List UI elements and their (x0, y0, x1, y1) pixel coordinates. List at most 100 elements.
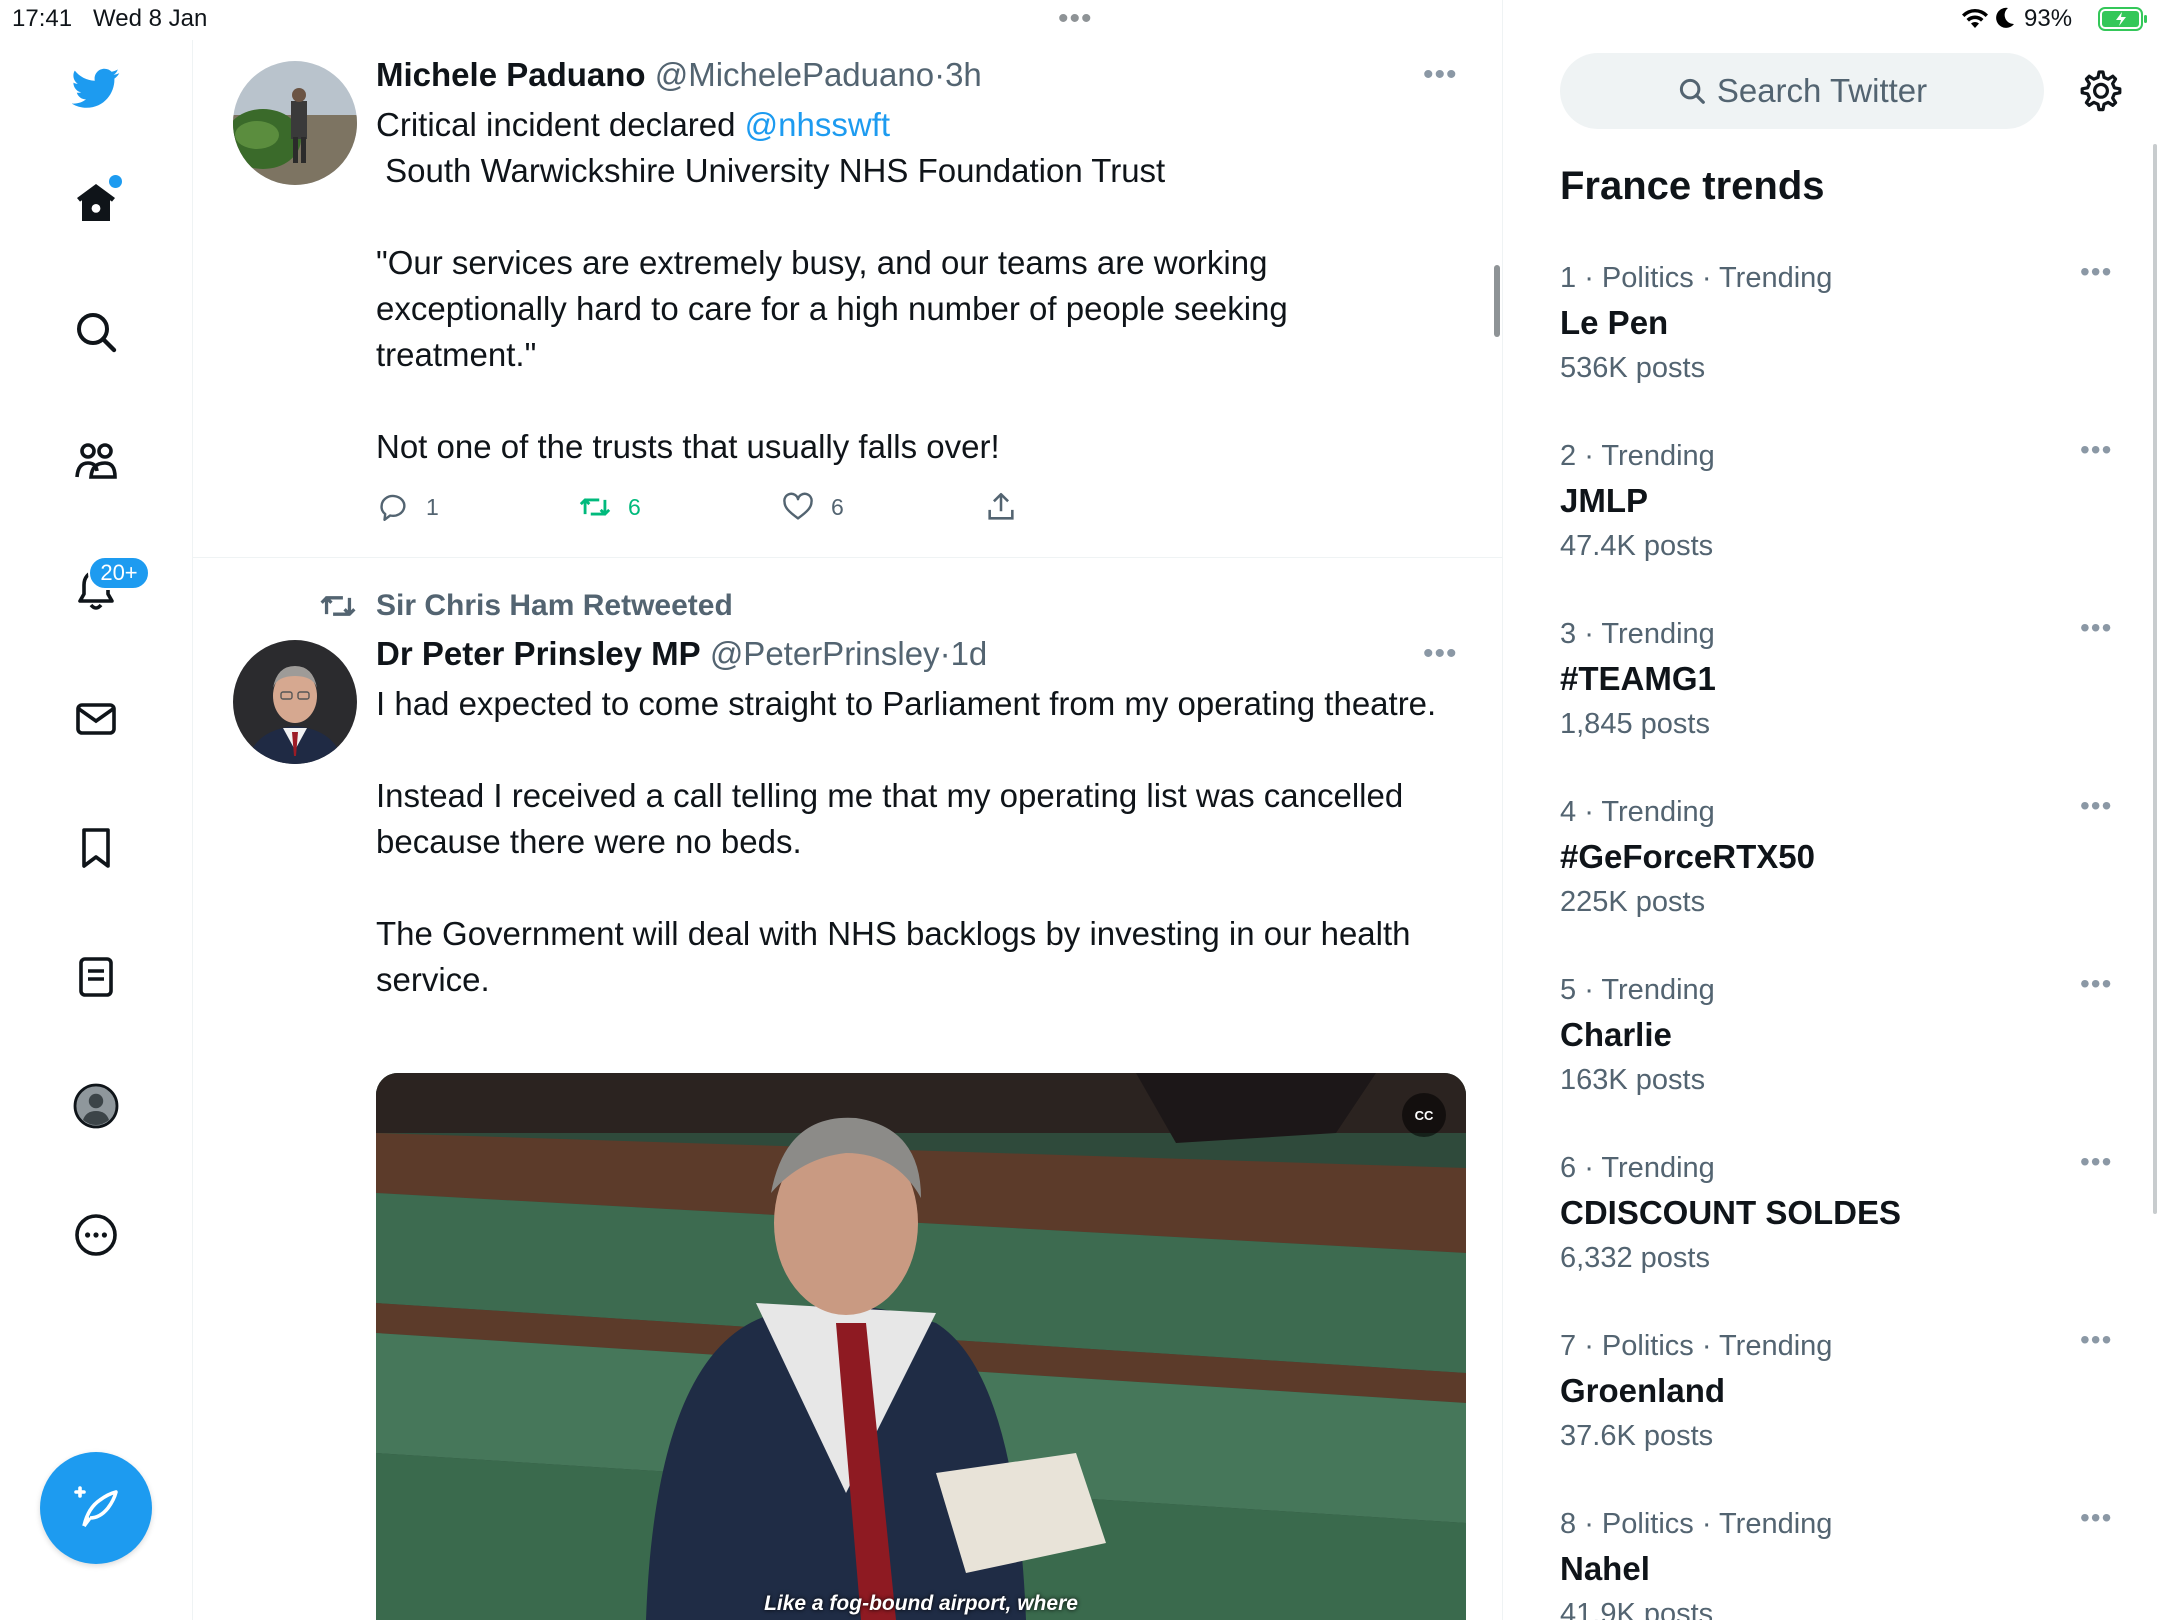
trend-post-count: 1,845 posts (1560, 708, 1710, 740)
tweet-time[interactable]: 1d (951, 635, 988, 672)
trend-meta: 1 · Politics · Trending (1560, 262, 1833, 294)
home-icon[interactable] (68, 175, 124, 231)
trend-more-button[interactable]: ••• (2080, 434, 2112, 466)
twitter-logo-icon[interactable] (68, 60, 124, 116)
tweet-text-line: Not one of the trusts that usually falls… (376, 428, 1000, 465)
tweet-more-button[interactable]: ••• (1423, 637, 1458, 671)
trend-item[interactable]: 7 · Politics · Trending Groenland 37.6K … (1560, 1324, 2120, 1508)
trend-item[interactable]: 3 · Trending #TEAMG1 1,845 posts ••• (1560, 612, 2120, 796)
trend-name: Charlie (1560, 1016, 1672, 1053)
retweeted-by-label[interactable]: Sir Chris Ham Retweeted (318, 588, 733, 624)
search-icon (1679, 78, 1705, 104)
author-name[interactable]: Michele Paduano (376, 56, 646, 93)
status-date: Wed 8 Jan (93, 5, 208, 32)
retweeted-by-text: Sir Chris Ham Retweeted (376, 589, 733, 622)
trend-category: Trending (1601, 440, 1715, 472)
avatar[interactable] (233, 640, 357, 764)
trend-name: JMLP (1560, 482, 1649, 519)
lists-icon[interactable] (68, 949, 124, 1005)
search-icon[interactable] (68, 304, 124, 360)
avatar-photo (233, 61, 357, 185)
author-handle[interactable]: @PeterPrinsley (710, 635, 940, 672)
trend-rank: 6 (1560, 1152, 1577, 1184)
trend-post-count: 47.4K posts (1560, 530, 1714, 562)
settings-gear-icon[interactable] (2077, 67, 2125, 115)
search-input[interactable]: Search Twitter (1560, 53, 2044, 129)
video-frame (376, 1073, 1466, 1620)
trend-item[interactable]: 4 · Trending #GeForceRTX50 225K posts ••… (1560, 790, 2120, 974)
trend-rank: 8 (1560, 1508, 1577, 1540)
tweet[interactable]: Sir Chris Ham Retweeted Dr Peter Prinsle… (193, 558, 1503, 1620)
trend-post-count: 536K posts (1560, 352, 1706, 384)
status-time: 17:41 (12, 5, 73, 32)
profile-icon[interactable] (68, 1078, 124, 1134)
tweet[interactable]: Michele Paduano @MichelePaduano·3h ••• C… (193, 40, 1503, 558)
tweet-video[interactable]: CC Like a fog-bound airport, where (376, 1073, 1466, 1620)
moon-icon (1996, 7, 2014, 28)
trend-more-button[interactable]: ••• (2080, 968, 2112, 1000)
trend-item[interactable]: 8 · Politics · Trending Nahel 41.9K post… (1560, 1508, 2120, 1620)
trend-item[interactable]: 2 · Trending JMLP 47.4K posts ••• (1560, 434, 2120, 618)
tweet-text-line: South Warwickshire University NHS Founda… (376, 152, 1166, 189)
right-sidebar: Search Twitter France trends 1 · Politic… (1503, 40, 2160, 1620)
home-badge-dot (109, 175, 122, 188)
more-icon[interactable] (68, 1207, 124, 1263)
tweet-header: Dr Peter Prinsley MP @PeterPrinsley·1d (376, 635, 987, 673)
author-handle[interactable]: @MichelePaduano (655, 56, 934, 93)
share-icon (988, 492, 1014, 520)
trend-category: Trending (1601, 974, 1715, 1006)
trend-rank: 3 (1560, 618, 1577, 650)
trend-rank: 7 (1560, 1330, 1577, 1362)
avatar[interactable] (233, 61, 357, 185)
author-name[interactable]: Dr Peter Prinsley MP (376, 635, 701, 672)
separator-dot: · (939, 635, 951, 672)
heart-icon (783, 492, 813, 520)
trend-name: Le Pen (1560, 304, 1669, 341)
sidebar-scrollbar[interactable] (2153, 144, 2157, 1214)
trend-category: Politics · Trending (1601, 1330, 1833, 1362)
share-button[interactable] (984, 490, 1034, 524)
mention-link[interactable]: @nhsswft (745, 106, 890, 143)
trend-name: #GeForceRTX50 (1560, 838, 1815, 875)
separator-dot: · (934, 56, 946, 93)
trend-item[interactable]: 5 · Trending Charlie 163K posts ••• (1560, 968, 2120, 1152)
mail-icon[interactable] (68, 691, 124, 747)
like-count: 6 (831, 493, 844, 520)
trend-more-button[interactable]: ••• (2080, 612, 2112, 644)
trend-rank: 2 (1560, 440, 1577, 472)
trend-item[interactable]: 1 · Politics · Trending Le Pen 536K post… (1560, 256, 2120, 440)
trends-title: France trends (1560, 164, 1825, 208)
notifications-count-badge: 20+ (88, 556, 150, 590)
trend-more-button[interactable]: ••• (2080, 1146, 2112, 1178)
wifi-icon (1962, 8, 1988, 28)
retweet-button[interactable]: 6 (578, 490, 641, 524)
tweet-text: Critical incident declared @nhsswft Sout… (376, 102, 1456, 470)
trend-more-button[interactable]: ••• (2080, 256, 2112, 288)
trend-meta: 8 · Politics · Trending (1560, 1508, 1833, 1540)
timeline[interactable]: Michele Paduano @MichelePaduano·3h ••• C… (193, 0, 1503, 1620)
video-subtitle: Like a fog-bound airport, where (764, 1592, 1078, 1615)
trend-more-button[interactable]: ••• (2080, 1324, 2112, 1356)
like-button[interactable]: 6 (781, 490, 844, 524)
bookmark-icon[interactable] (68, 820, 124, 876)
compose-tweet-button[interactable] (40, 1452, 152, 1564)
tweet-time[interactable]: 3h (945, 56, 982, 93)
communities-icon[interactable] (68, 433, 124, 489)
trend-category: Trending (1601, 796, 1715, 828)
trend-item[interactable]: 6 · Trending CDISCOUNT SOLDES 6,332 post… (1560, 1146, 2120, 1330)
trend-more-button[interactable]: ••• (2080, 790, 2112, 822)
trend-rank: 1 (1560, 262, 1577, 294)
trend-rank: 4 (1560, 796, 1577, 828)
trend-more-button[interactable]: ••• (2080, 1508, 2112, 1534)
retweet-icon (579, 498, 611, 516)
compose-icon (74, 1486, 118, 1528)
reply-button[interactable]: 1 (376, 490, 439, 524)
tweet-more-button[interactable]: ••• (1423, 58, 1458, 92)
trend-name: CDISCOUNT SOLDES (1560, 1194, 1902, 1231)
captions-button[interactable]: CC (1402, 1093, 1446, 1137)
tweet-paragraph: The Government will deal with NHS backlo… (376, 915, 1411, 998)
tweet-quote: "Our services are extremely busy, and ou… (376, 244, 1288, 373)
